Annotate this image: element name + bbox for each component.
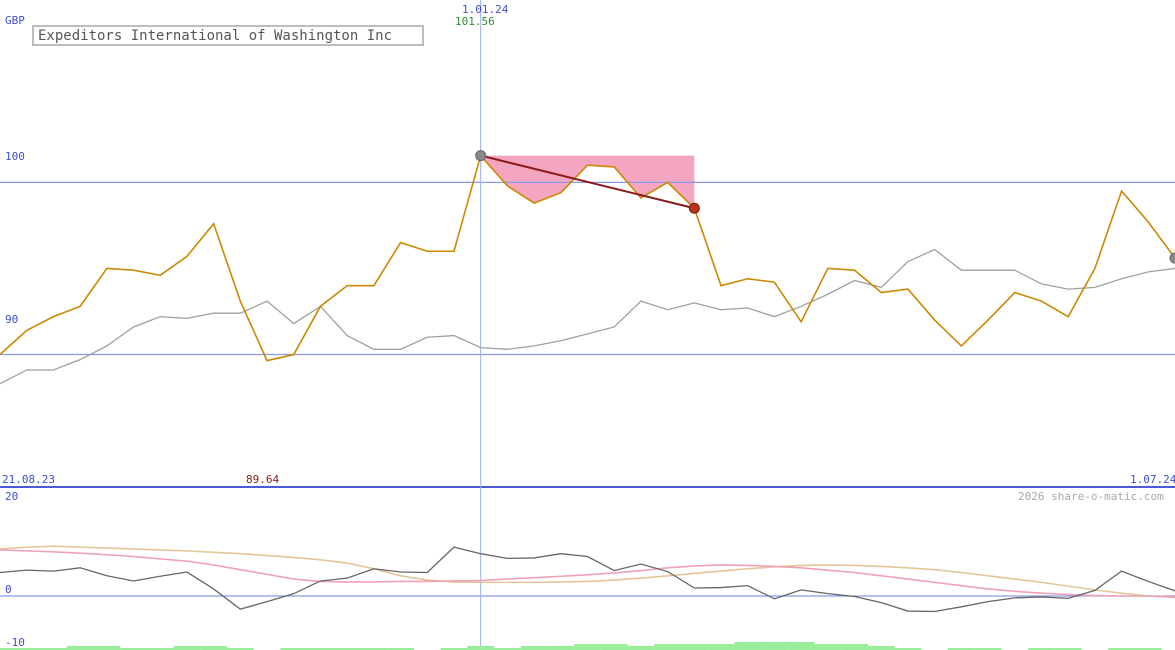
min-value-label: 89.64 bbox=[246, 473, 280, 486]
volume-bar bbox=[520, 646, 548, 650]
price-chart bbox=[0, 0, 1175, 650]
volume-bar bbox=[467, 646, 495, 650]
volume-bar bbox=[867, 646, 895, 650]
volume-bar bbox=[761, 642, 788, 650]
osc-series-0 bbox=[0, 546, 1175, 613]
volume-bar bbox=[600, 644, 628, 650]
cursor-value-label: 101.56 bbox=[455, 15, 495, 28]
volume-bar bbox=[547, 646, 575, 650]
volume-bar bbox=[787, 642, 815, 650]
volume-bar bbox=[66, 646, 94, 650]
volume-bar bbox=[93, 646, 121, 650]
currency-label: GBP bbox=[5, 14, 25, 27]
osc-tick-0: 0 bbox=[5, 583, 12, 596]
volume-bar bbox=[627, 646, 655, 650]
chart-title: Expeditors International of Washington I… bbox=[32, 25, 424, 46]
y-tick-90: 90 bbox=[5, 313, 19, 326]
cursor-date-label: 1.01.24 bbox=[462, 3, 509, 16]
volume-bar bbox=[200, 646, 227, 650]
volume-bar bbox=[680, 644, 708, 650]
chart-stage: Expeditors International of Washington I… bbox=[0, 0, 1175, 650]
volume-bar bbox=[173, 646, 201, 650]
y-tick-100: 100 bbox=[5, 150, 25, 163]
price-series-0 bbox=[0, 153, 1175, 362]
x-start-label: 21.08.23 bbox=[2, 473, 55, 486]
trend-start-point bbox=[475, 150, 487, 162]
trend-end-point bbox=[688, 202, 700, 214]
osc-tick-minus10: -10 bbox=[5, 636, 25, 649]
price-series-1 bbox=[0, 248, 1175, 385]
volume-bar bbox=[574, 644, 601, 650]
x-end-label: 1.07.24 bbox=[1130, 473, 1175, 486]
volume-bar bbox=[814, 644, 842, 650]
copyright-label: 2026 share-o-matic.com bbox=[1018, 490, 1164, 503]
volume-bar bbox=[654, 644, 681, 650]
osc-tick-20: 20 bbox=[5, 490, 19, 503]
volume-bar bbox=[734, 642, 762, 650]
last-price-point bbox=[1169, 252, 1175, 264]
volume-bar bbox=[707, 644, 735, 650]
volume-bar bbox=[841, 644, 868, 650]
